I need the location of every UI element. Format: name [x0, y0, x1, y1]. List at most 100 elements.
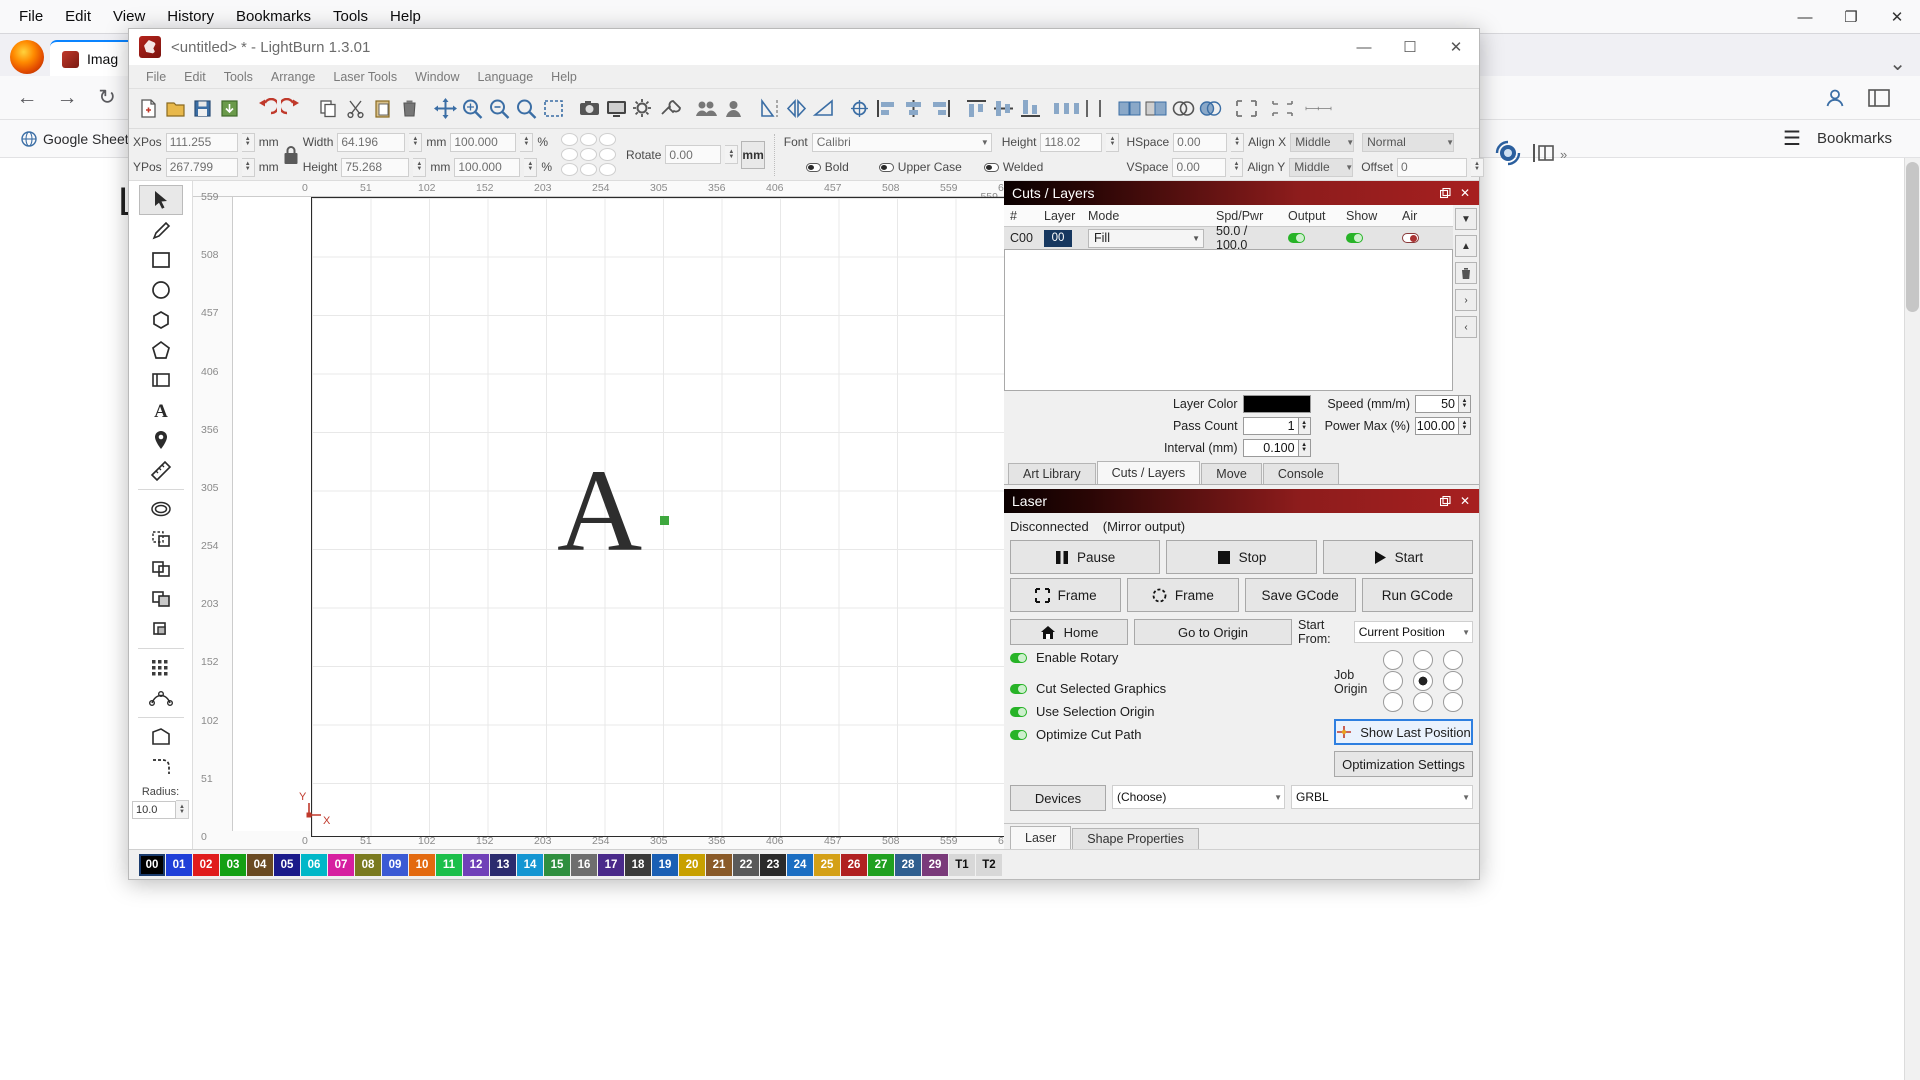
dimension-icon[interactable]: [1305, 94, 1332, 124]
palette-color-02[interactable]: 02: [193, 853, 219, 876]
palette-color-06[interactable]: 06: [301, 853, 327, 876]
freeform-tool[interactable]: [139, 335, 183, 365]
layer-color-swatch[interactable]: 00: [1044, 229, 1072, 247]
boolean-intersect-tool[interactable]: [139, 614, 183, 644]
layer-color-value[interactable]: [1242, 395, 1311, 413]
align-center-icon[interactable]: [846, 94, 873, 124]
palette-color-28[interactable]: 28: [895, 853, 921, 876]
font-combo[interactable]: Calibri ▼: [811, 132, 992, 152]
run-gcode-button[interactable]: Run GCode: [1361, 578, 1473, 612]
browser-menu-history[interactable]: History: [156, 4, 225, 29]
normal-chevron-icon[interactable]: ▼: [1446, 138, 1454, 147]
job-origin-ml[interactable]: [1383, 671, 1403, 691]
alignx-value[interactable]: Middle: [1290, 132, 1355, 152]
draw-line-tool[interactable]: [139, 215, 183, 245]
align-top-icon[interactable]: [963, 94, 990, 124]
job-origin-grid[interactable]: [1383, 650, 1473, 713]
ellipse-tool[interactable]: [139, 275, 183, 305]
interval-spinner[interactable]: ▲ ▼: [1298, 439, 1311, 457]
protocol-combo[interactable]: GRBL ▼: [1291, 785, 1473, 809]
layer-delete-button[interactable]: [1455, 262, 1477, 284]
cuts-layers-close-icon[interactable]: ✕: [1456, 184, 1474, 202]
palette-color-12[interactable]: 12: [463, 853, 489, 876]
reload-button[interactable]: ↻: [90, 81, 124, 115]
enable-rotary-row[interactable]: Enable Rotary: [1004, 646, 1334, 669]
new-file-icon[interactable]: [135, 94, 162, 124]
device-combo[interactable]: (Choose) ▼: [1112, 785, 1285, 809]
open-file-icon[interactable]: [162, 94, 189, 124]
vspace-spinner[interactable]: ▲ ▼: [1230, 157, 1244, 177]
anchor-tc[interactable]: [580, 132, 598, 146]
ungroup-icon[interactable]: [720, 94, 747, 124]
anchor-bc[interactable]: [580, 162, 598, 176]
distribute-h-icon[interactable]: [1053, 94, 1080, 124]
palette-color-19[interactable]: 19: [652, 853, 678, 876]
palette-color-10[interactable]: 10: [409, 853, 435, 876]
width-percent-input[interactable]: 100.000: [450, 132, 517, 152]
menu-tools[interactable]: Tools: [215, 68, 262, 86]
power-spinner[interactable]: ▲ ▼: [1459, 417, 1471, 435]
normal-value[interactable]: Normal: [1362, 132, 1455, 152]
browser-menu-help[interactable]: Help: [379, 4, 432, 29]
palette-color-11[interactable]: 11: [436, 853, 462, 876]
width-spinner[interactable]: ▲ ▼: [409, 132, 423, 152]
delete-icon[interactable]: [396, 94, 423, 124]
weld-tool[interactable]: [139, 524, 183, 554]
lightburn-maximize-button[interactable]: ☐: [1387, 29, 1433, 65]
account-icon[interactable]: [1818, 81, 1852, 115]
bold-toggle[interactable]: [805, 162, 821, 172]
close-path-tool[interactable]: [139, 722, 183, 752]
laser-panel-close-icon[interactable]: ✕: [1456, 492, 1474, 510]
anchor-br[interactable]: [599, 162, 617, 176]
node-edit-tool[interactable]: [139, 683, 183, 713]
radius-input[interactable]: 10.0: [132, 800, 176, 819]
anchor-ml[interactable]: [561, 147, 579, 161]
monitor-icon[interactable]: [603, 94, 630, 124]
menu-arrange[interactable]: Arrange: [262, 68, 324, 86]
anchor-tr[interactable]: [599, 132, 617, 146]
cut-selected-graphics-row[interactable]: Cut Selected Graphics: [1004, 669, 1334, 700]
optimization-settings-button[interactable]: Optimization Settings: [1334, 751, 1473, 777]
rotate-input[interactable]: 0.00: [665, 145, 722, 164]
layer-air-toggle[interactable]: [1402, 233, 1419, 243]
browser-menu-view[interactable]: View: [102, 4, 156, 29]
radius-spinner[interactable]: ▲ ▼: [176, 800, 189, 819]
save-gcode-button[interactable]: Save GCode: [1244, 578, 1356, 612]
work-area-grid[interactable]: A: [311, 197, 1004, 837]
layer-prev-button[interactable]: ‹: [1455, 316, 1477, 338]
copy-icon[interactable]: [315, 94, 342, 124]
layer-move-down-button[interactable]: ▼: [1455, 208, 1477, 230]
speed-input[interactable]: 50: [1415, 395, 1459, 413]
height-spinner[interactable]: ▲ ▼: [413, 157, 427, 177]
group-icon[interactable]: [693, 94, 720, 124]
palette-color-00[interactable]: 00: [139, 853, 165, 876]
select-tool[interactable]: [138, 185, 183, 215]
align-right-icon[interactable]: [927, 94, 954, 124]
zoom-out-icon[interactable]: [513, 94, 540, 124]
height-percent-spinner[interactable]: ▲ ▼: [524, 157, 538, 177]
text-tool[interactable]: A: [139, 395, 183, 425]
pass-count-input[interactable]: 1: [1242, 417, 1299, 435]
tab-cuts-layers[interactable]: Cuts / Layers: [1096, 461, 1201, 484]
align-bottom-icon[interactable]: [1017, 94, 1044, 124]
palette-color-26[interactable]: 26: [841, 853, 867, 876]
ypos-input[interactable]: 267.799: [165, 157, 238, 177]
devices-button[interactable]: Devices: [1010, 785, 1106, 811]
browser-menu-bookmarks[interactable]: Bookmarks: [225, 4, 322, 29]
palette-color-15[interactable]: 15: [544, 853, 570, 876]
mirror-horizontal-icon[interactable]: [783, 94, 810, 124]
palette-color-21[interactable]: 21: [706, 853, 732, 876]
palette-color-13[interactable]: 13: [490, 853, 516, 876]
palette-color-23[interactable]: 23: [760, 853, 786, 876]
go-to-origin-button[interactable]: Go to Origin: [1134, 619, 1292, 645]
palette-color-24[interactable]: 24: [787, 853, 813, 876]
layer-move-up-button[interactable]: ▲: [1455, 235, 1477, 257]
trim-icon[interactable]: [1269, 94, 1296, 124]
measure-tool[interactable]: [139, 455, 183, 485]
camera-refresh-icon[interactable]: [1493, 139, 1523, 170]
browser-menu-file[interactable]: File: [8, 4, 54, 29]
layer-show-toggle[interactable]: [1346, 233, 1363, 243]
tab-art-library[interactable]: Art Library: [1008, 463, 1096, 484]
palette-color-08[interactable]: 08: [355, 853, 381, 876]
anchor-mc[interactable]: [580, 147, 598, 161]
